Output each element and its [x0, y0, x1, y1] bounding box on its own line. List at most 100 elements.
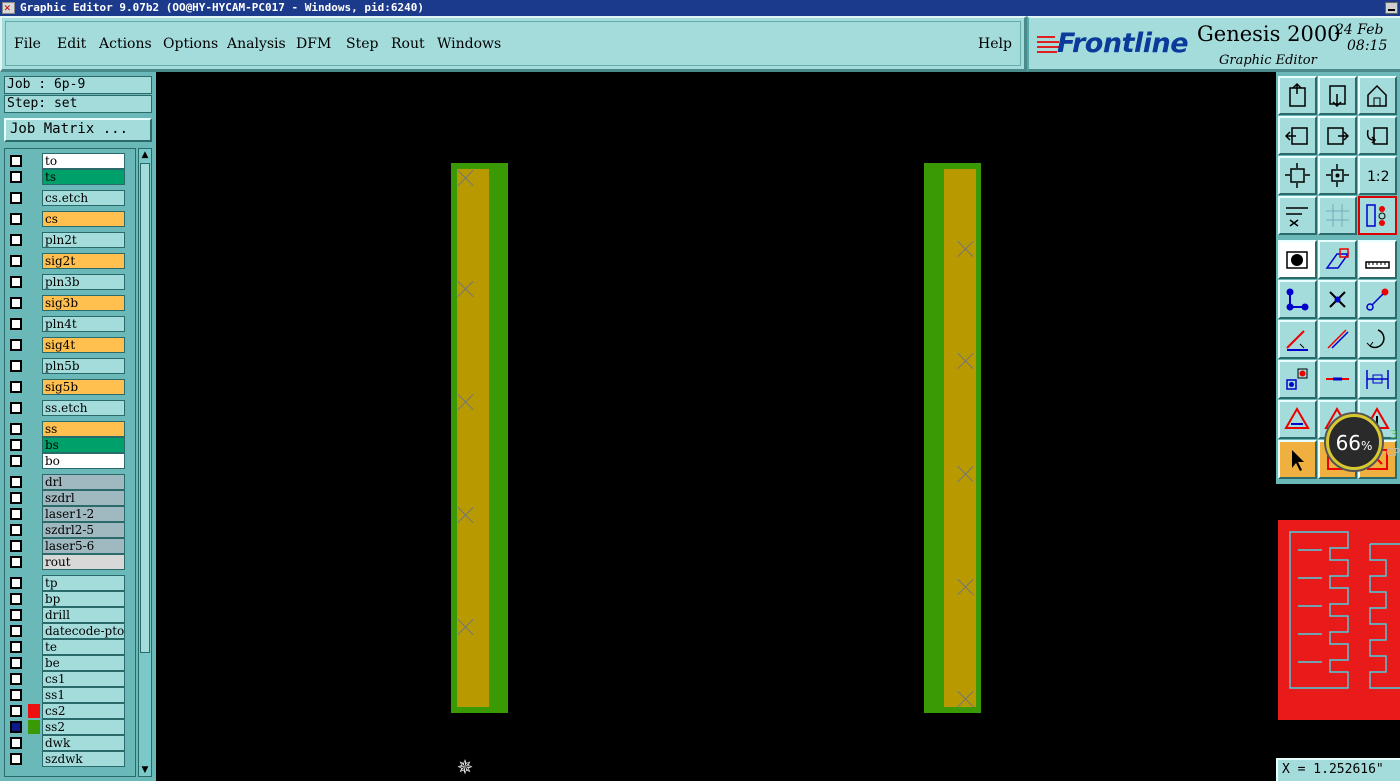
layer-row-drill[interactable]: drill: [7, 607, 135, 623]
layer-name[interactable]: ss1: [42, 687, 125, 703]
tool-button-zoom-fit[interactable]: [1278, 156, 1317, 195]
tool-button-home[interactable]: [1358, 76, 1397, 115]
layer-name[interactable]: ss: [42, 421, 125, 437]
layer-row-te[interactable]: te: [7, 639, 135, 655]
tool-button-ruler[interactable]: [1358, 240, 1397, 279]
scroll-thumb[interactable]: [140, 163, 150, 653]
layer-checkbox[interactable]: [10, 577, 22, 589]
layer-name[interactable]: szdrl: [42, 490, 125, 506]
layer-checkbox[interactable]: [10, 155, 22, 167]
layer-checkbox[interactable]: [10, 339, 22, 351]
minimize-button[interactable]: [1385, 2, 1398, 14]
layer-checkbox[interactable]: [10, 297, 22, 309]
layer-row-szdwk[interactable]: szdwk: [7, 751, 135, 767]
layer-checkbox[interactable]: [10, 276, 22, 288]
tool-button-zoom-home-bottom[interactable]: [1318, 76, 1357, 115]
layer-checkbox[interactable]: [10, 641, 22, 653]
layer-checkbox[interactable]: [10, 402, 22, 414]
layer-name[interactable]: bs: [42, 437, 125, 453]
layer-name[interactable]: pln2t: [42, 232, 125, 248]
layer-checkbox[interactable]: [10, 657, 22, 669]
layer-name[interactable]: sig5b: [42, 379, 125, 395]
layer-name[interactable]: ss2: [42, 719, 125, 735]
layer-name[interactable]: szdwk: [42, 751, 125, 767]
layer-name[interactable]: datecode-pto: [42, 623, 125, 639]
layer-row-tp[interactable]: tp: [7, 575, 135, 591]
layer-row-bs[interactable]: bs: [7, 437, 135, 453]
layer-row-pln3b[interactable]: pln3b: [7, 274, 135, 290]
layer-row-szdrl2-5[interactable]: szdrl2-5: [7, 522, 135, 538]
layer-checkbox[interactable]: [10, 689, 22, 701]
layer-checkbox[interactable]: [10, 721, 22, 733]
scroll-down-icon[interactable]: ▼: [140, 765, 150, 775]
tool-button-layer-control[interactable]: [1358, 196, 1397, 235]
layer-name[interactable]: ts: [42, 169, 125, 185]
tool-button-pan-right[interactable]: [1318, 116, 1357, 155]
layer-checkbox[interactable]: [10, 318, 22, 330]
layer-row-cs.etch[interactable]: cs.etch: [7, 190, 135, 206]
layer-row-drl[interactable]: drl: [7, 474, 135, 490]
layer-name[interactable]: be: [42, 655, 125, 671]
layer-row-rout[interactable]: rout: [7, 554, 135, 570]
menu-rout[interactable]: Rout: [391, 36, 425, 52]
layer-checkbox[interactable]: [10, 673, 22, 685]
menu-windows[interactable]: Windows: [437, 36, 501, 52]
layer-checkbox[interactable]: [10, 476, 22, 488]
layer-checkbox[interactable]: [10, 508, 22, 520]
layer-name[interactable]: to: [42, 153, 125, 169]
app-icon[interactable]: [2, 0, 15, 16]
tool-button-zoom-center[interactable]: [1318, 156, 1357, 195]
layer-name[interactable]: drill: [42, 607, 125, 623]
layer-row-to[interactable]: to: [7, 153, 135, 169]
layer-name[interactable]: cs1: [42, 671, 125, 687]
layer-name[interactable]: bp: [42, 591, 125, 607]
layer-checkbox[interactable]: [10, 593, 22, 605]
layer-row-cs[interactable]: cs: [7, 211, 135, 227]
tool-button-triangle[interactable]: [1278, 400, 1317, 439]
tool-button-pan-left[interactable]: [1278, 116, 1317, 155]
layer-row-szdrl[interactable]: szdrl: [7, 490, 135, 506]
menu-options[interactable]: Options: [163, 36, 218, 52]
menu-actions[interactable]: Actions: [99, 36, 152, 52]
tool-button-cross[interactable]: [1318, 280, 1357, 319]
layer-row-ts[interactable]: ts: [7, 169, 135, 185]
tool-button-slash[interactable]: [1318, 320, 1357, 359]
layer-checkbox[interactable]: [10, 556, 22, 568]
layer-row-laser5-6[interactable]: laser5-6: [7, 538, 135, 554]
layer-name[interactable]: drl: [42, 474, 125, 490]
layer-checkbox[interactable]: [10, 455, 22, 467]
tool-button-arc[interactable]: [1358, 320, 1397, 359]
tool-button-line-measure[interactable]: [1318, 360, 1357, 399]
layer-name[interactable]: te: [42, 639, 125, 655]
layer-name[interactable]: laser1-2: [42, 506, 125, 522]
scroll-up-icon[interactable]: ▲: [140, 150, 150, 160]
layer-name[interactable]: pln3b: [42, 274, 125, 290]
layer-checkbox[interactable]: [10, 625, 22, 637]
layer-name[interactable]: ss.etch: [42, 400, 125, 416]
layer-name[interactable]: cs: [42, 211, 125, 227]
layer-checkbox[interactable]: [10, 171, 22, 183]
layer-row-datecode-pto[interactable]: datecode-pto: [7, 623, 135, 639]
layer-checkbox[interactable]: [10, 255, 22, 267]
layer-row-ss2[interactable]: ss2: [7, 719, 135, 735]
tool-button-undo-view[interactable]: [1358, 116, 1397, 155]
layer-row-laser1-2[interactable]: laser1-2: [7, 506, 135, 522]
tool-button-measure[interactable]: [1358, 360, 1397, 399]
layer-name[interactable]: bo: [42, 453, 125, 469]
layer-row-bo[interactable]: bo: [7, 453, 135, 469]
layer-name[interactable]: tp: [42, 575, 125, 591]
menu-edit[interactable]: Edit: [57, 36, 86, 52]
layer-row-cs1[interactable]: cs1: [7, 671, 135, 687]
layer-checkbox[interactable]: [10, 381, 22, 393]
layer-checkbox[interactable]: [10, 234, 22, 246]
layer-checkbox[interactable]: [10, 192, 22, 204]
layer-name[interactable]: cs2: [42, 703, 125, 719]
layer-row-dwk[interactable]: dwk: [7, 735, 135, 751]
tool-button-select[interactable]: [1278, 440, 1317, 479]
menu-help[interactable]: Help: [978, 36, 1012, 52]
layer-name[interactable]: sig2t: [42, 253, 125, 269]
layer-checkbox[interactable]: [10, 439, 22, 451]
tool-button-grid[interactable]: [1318, 196, 1357, 235]
layer-row-ss1[interactable]: ss1: [7, 687, 135, 703]
menu-step[interactable]: Step: [346, 36, 378, 52]
